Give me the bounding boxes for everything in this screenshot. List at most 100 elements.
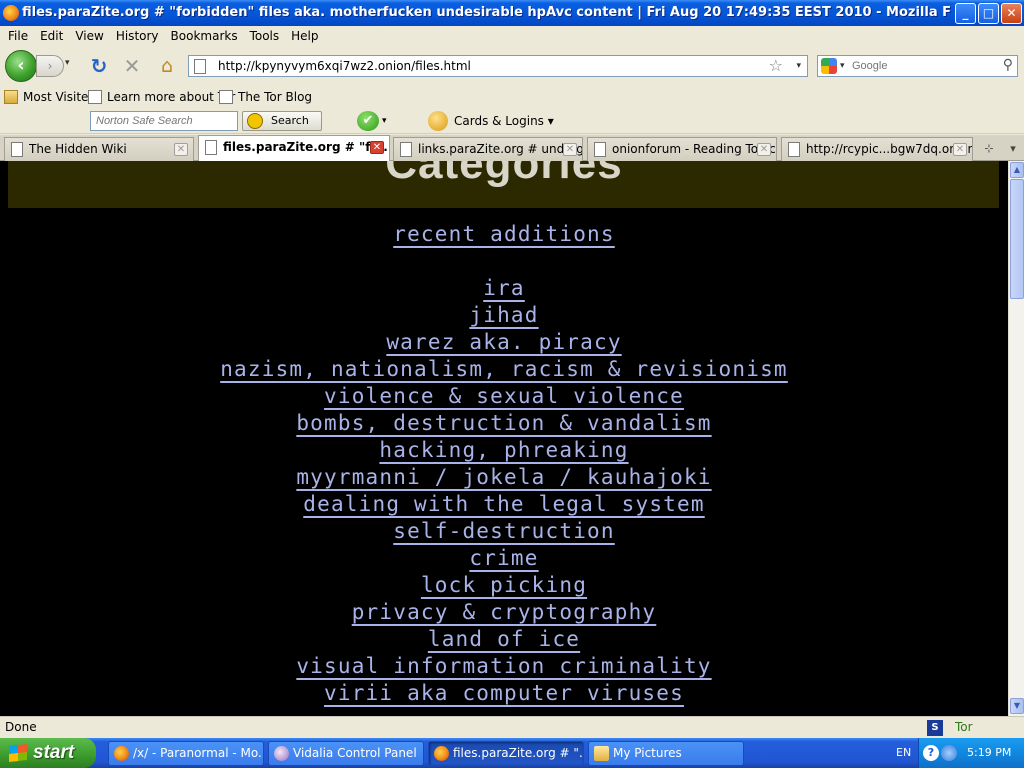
tab-links-parazite[interactable]: links.paraZite.org # underg... ✕ [393, 137, 583, 161]
network-icon[interactable] [941, 745, 957, 761]
taskbar-item-files-parazite[interactable]: files.paraZite.org # "... [428, 741, 584, 766]
taskbar-item-label: My Pictures [613, 746, 682, 760]
norton-safe-web-icon[interactable]: ✔ [357, 111, 379, 131]
language-indicator[interactable]: EN [896, 738, 911, 768]
menu-view[interactable]: View [69, 26, 109, 46]
category-link[interactable]: violence & sexual violence [324, 384, 684, 408]
tab-label: The Hidden Wiki [29, 142, 127, 156]
tab-label: onionforum - Reading Topic... [612, 142, 777, 156]
folder-icon [4, 90, 18, 104]
home-button[interactable]: ⌂ [156, 55, 178, 77]
safe-web-dropdown-icon[interactable]: ▾ [382, 111, 387, 131]
bookmark-tor-blog[interactable]: The Tor Blog [219, 86, 312, 108]
help-icon[interactable]: ? [923, 745, 939, 761]
status-bar: Done S Tor Enabled [0, 716, 1024, 755]
link-recent-additions[interactable]: recent additions [393, 222, 615, 246]
forward-button[interactable]: › [36, 55, 64, 77]
bookmark-label: Most Visited [23, 90, 97, 104]
cards-logins-button[interactable]: Cards & Logins ▾ [428, 111, 554, 131]
scroll-down-arrow-icon[interactable]: ▼ [1010, 698, 1024, 714]
category-link[interactable]: virii aka computer viruses [324, 681, 684, 705]
category-link[interactable]: crime [469, 546, 538, 570]
taskbar-item-my-pictures[interactable]: My Pictures [588, 741, 744, 766]
reload-button[interactable]: ↻ [88, 55, 110, 77]
category-link[interactable]: lock picking [421, 573, 587, 597]
norton-search-input[interactable] [90, 111, 238, 131]
category-link[interactable]: dealing with the legal system [303, 492, 704, 516]
category-link[interactable]: jihad [469, 303, 538, 327]
page-icon [788, 142, 800, 157]
tab-label: http://rcypic...bgw7dq.onion/ [806, 142, 973, 156]
category-link[interactable]: land of ice [428, 627, 580, 651]
tab-menu-icon[interactable]: ▾ [1002, 137, 1024, 161]
history-dropdown-icon[interactable]: ▾ [65, 58, 70, 68]
tab-strip: The Hidden Wiki ✕ files.paraZite.org # "… [0, 135, 1024, 161]
category-link[interactable]: self-destruction [393, 519, 615, 543]
category-link[interactable]: nazism, nationalism, racism & revisionis… [220, 357, 788, 381]
norton-search-button[interactable]: Search [242, 111, 322, 131]
menu-history[interactable]: History [110, 26, 165, 46]
search-input[interactable] [852, 58, 992, 74]
navigation-toolbar: ‹ › ▾ ↻ ✕ ⌂ http://kpynyvym6xqi7wz2.onio… [0, 46, 1024, 86]
category-link[interactable]: privacy & cryptography [352, 600, 657, 624]
title-bar: files.paraZite.org # "forbidden" files a… [0, 0, 1024, 26]
category-link[interactable]: visual information criminality [296, 654, 711, 678]
google-icon[interactable] [821, 58, 837, 74]
maximize-button[interactable]: □ [978, 3, 999, 24]
page-icon [400, 142, 412, 157]
category-link[interactable]: ira [483, 276, 525, 300]
menu-tools[interactable]: Tools [244, 26, 286, 46]
tab-list-icon[interactable]: ⊹ [978, 137, 1000, 161]
shield-s-icon[interactable]: S [927, 720, 943, 736]
menu-file[interactable]: File [0, 26, 34, 46]
menu-edit[interactable]: Edit [34, 26, 69, 46]
windows-logo-icon [9, 744, 27, 762]
vertical-scrollbar[interactable]: ▲ ▼ [1008, 161, 1024, 716]
status-text: Done [5, 720, 37, 734]
page-icon [88, 90, 102, 104]
firefox-icon [3, 5, 19, 21]
categories-heading: Categories [385, 161, 623, 188]
url-dropdown-icon[interactable]: ▾ [796, 56, 801, 76]
engine-dropdown-icon[interactable]: ▾ [840, 56, 845, 76]
category-list: recent additions ira jihad warez aka. pi… [0, 221, 1008, 707]
tab-files-parazite[interactable]: files.paraZite.org # "fo... ✕ [198, 135, 390, 161]
tab-onionforum[interactable]: onionforum - Reading Topic... ✕ [587, 137, 777, 161]
bookmark-star-icon[interactable]: ☆ [769, 56, 783, 76]
scrollbar-thumb[interactable] [1010, 179, 1024, 299]
firefox-icon [434, 746, 449, 761]
tab-close-icon[interactable]: ✕ [174, 143, 188, 156]
folder-icon [594, 746, 609, 761]
tab-rcypic[interactable]: http://rcypic...bgw7dq.onion/ ✕ [781, 137, 973, 161]
tab-close-icon[interactable]: ✕ [757, 143, 771, 156]
start-button[interactable]: start [0, 738, 96, 768]
url-bar[interactable]: http://kpynyvym6xqi7wz2.onion/files.html… [188, 55, 808, 77]
category-link[interactable]: warez aka. piracy [386, 330, 621, 354]
search-icon[interactable]: ⚲ [1003, 57, 1013, 73]
page-icon [594, 142, 606, 157]
bookmark-label: Learn more about Tor [107, 90, 236, 104]
taskbar-item-paranormal[interactable]: /x/ - Paranormal - Mo... [108, 741, 264, 766]
back-button[interactable]: ‹ [5, 50, 37, 82]
category-link[interactable]: hacking, phreaking [379, 438, 628, 462]
window-title: files.paraZite.org # "forbidden" files a… [22, 5, 952, 20]
search-box[interactable]: ▾ ⚲ [817, 55, 1018, 77]
stop-button[interactable]: ✕ [121, 55, 143, 77]
menu-help[interactable]: Help [285, 26, 324, 46]
category-link[interactable]: myyrmanni / jokela / kauhajoki [296, 465, 711, 489]
bookmark-most-visited[interactable]: Most Visited [4, 86, 96, 108]
tab-close-icon[interactable]: ✕ [370, 141, 384, 154]
category-link[interactable]: bombs, destruction & vandalism [296, 411, 711, 435]
tab-hidden-wiki[interactable]: The Hidden Wiki ✕ [4, 137, 194, 161]
tab-close-icon[interactable]: ✕ [563, 143, 577, 156]
scroll-up-arrow-icon[interactable]: ▲ [1010, 162, 1024, 178]
taskbar: start /x/ - Paranormal - Mo... Vidalia C… [0, 738, 1024, 768]
url-text[interactable]: http://kpynyvym6xqi7wz2.onion/files.html [218, 56, 471, 76]
taskbar-item-vidalia[interactable]: Vidalia Control Panel [268, 741, 424, 766]
tab-close-icon[interactable]: ✕ [953, 143, 967, 156]
bookmark-learn-tor[interactable]: Learn more about Tor [88, 86, 235, 108]
minimize-button[interactable]: _ [955, 3, 976, 24]
close-button[interactable]: ✕ [1001, 3, 1022, 24]
page-icon [194, 59, 206, 74]
menu-bookmarks[interactable]: Bookmarks [165, 26, 244, 46]
